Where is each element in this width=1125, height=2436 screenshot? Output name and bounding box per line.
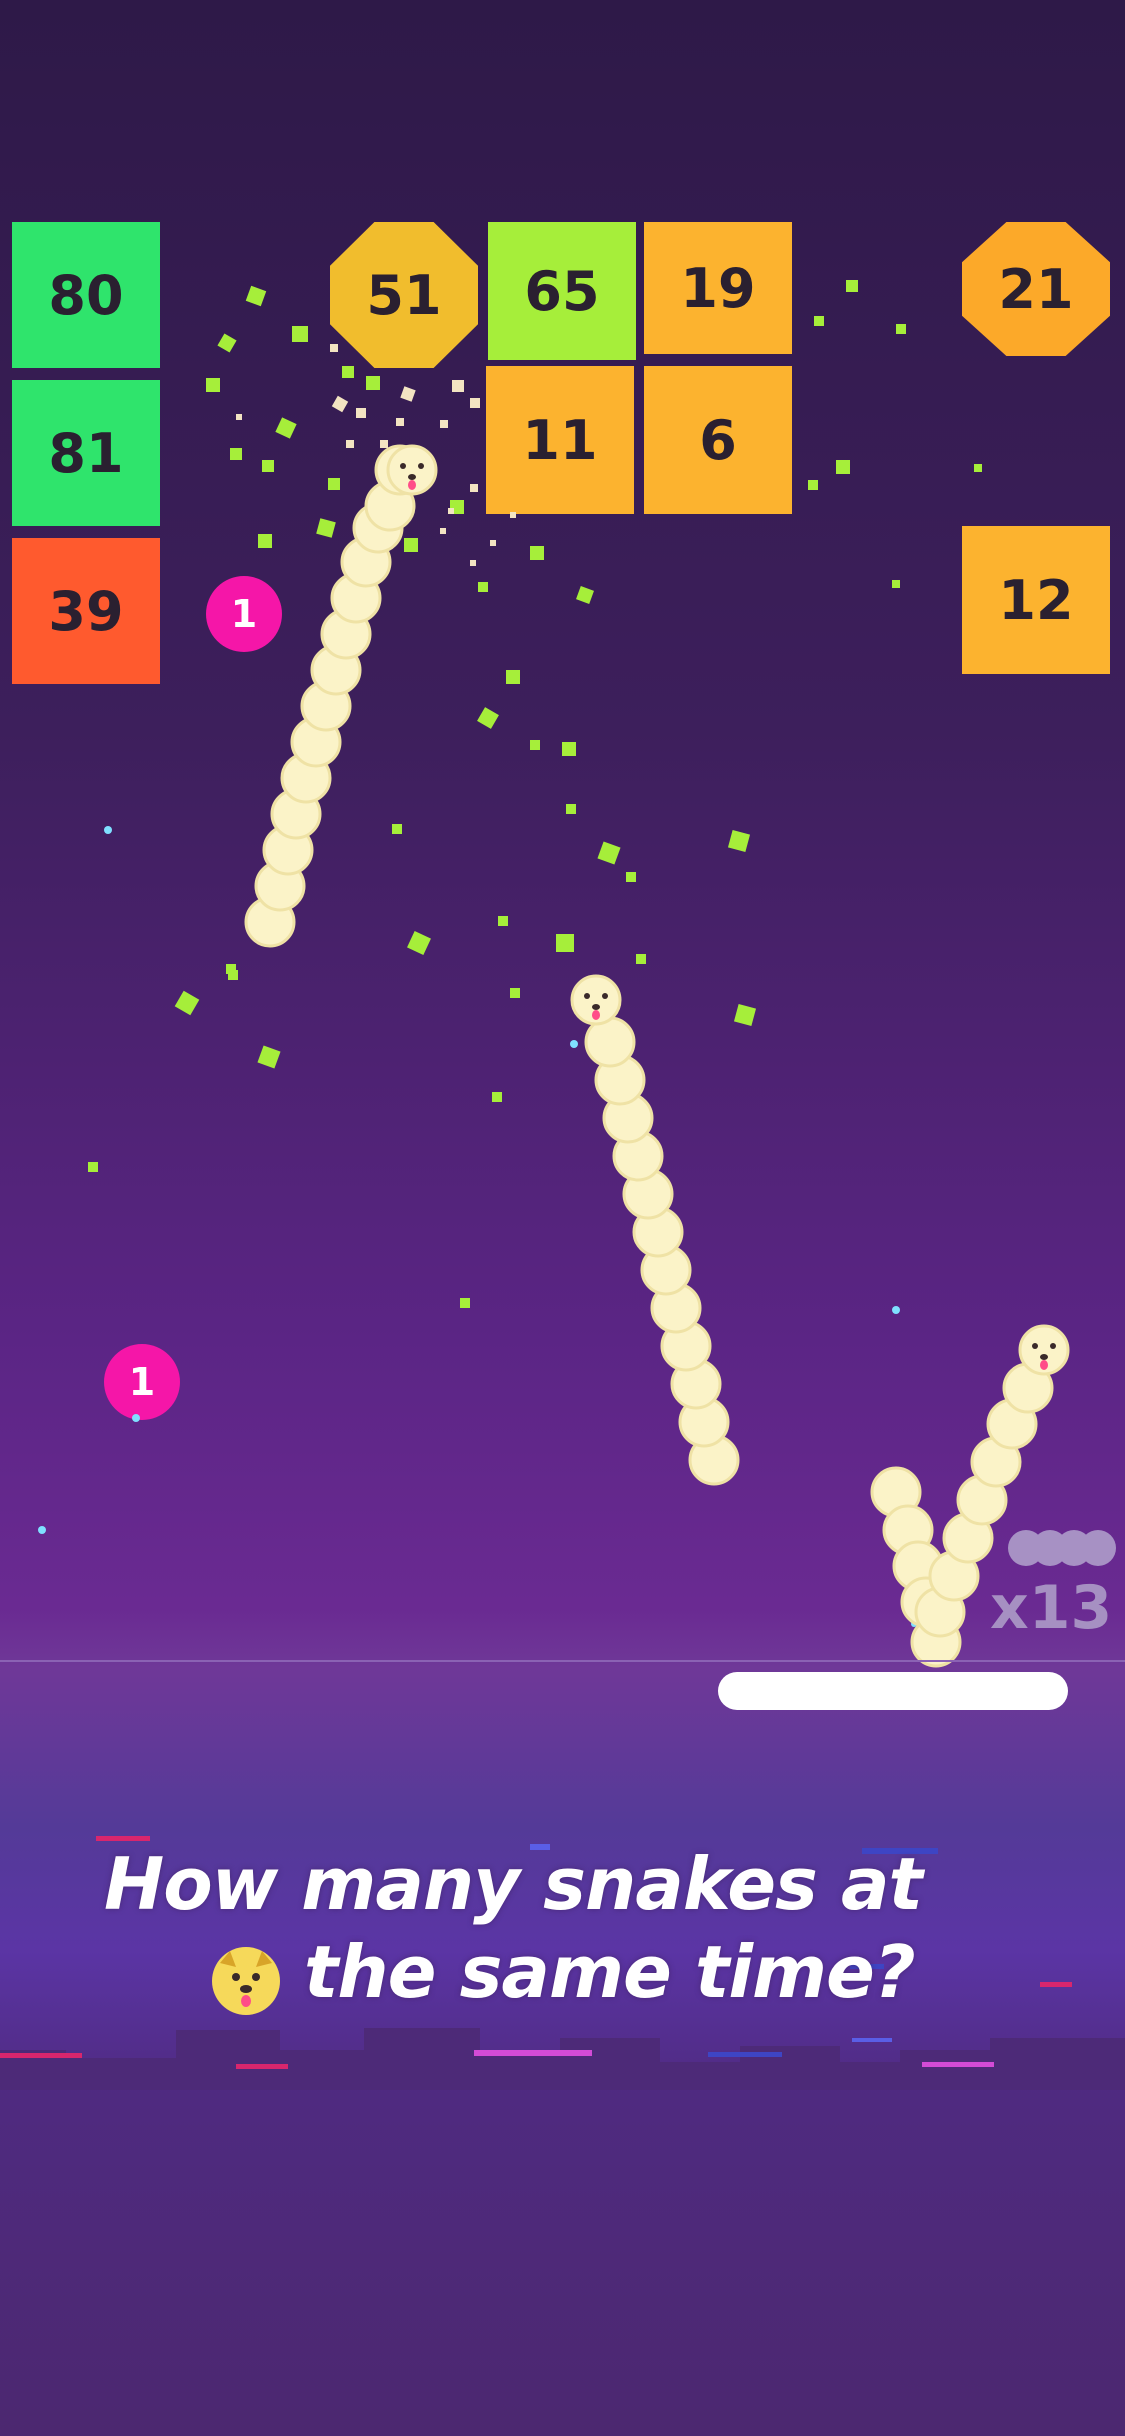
snake-count: x13	[990, 1573, 1113, 1643]
stars	[38, 826, 926, 1627]
particles	[88, 280, 982, 1308]
playfield-graphics	[38, 280, 1070, 1668]
caption-line-1: How many snakes at	[104, 1842, 923, 1926]
caption-line-2: the same time?	[304, 1930, 916, 2014]
game-stage[interactable]: 80 81 39 51 65 19 11 6 21 12 1 1 x13 How…	[0, 0, 1125, 2436]
snake	[570, 974, 740, 1486]
snake	[244, 444, 438, 948]
paddle[interactable]	[718, 1672, 1068, 1710]
ground-line	[0, 1660, 1125, 1662]
dog-head-icon	[386, 444, 438, 496]
dog-head-icon	[570, 974, 622, 1026]
dog-head-icon	[1018, 1324, 1070, 1376]
